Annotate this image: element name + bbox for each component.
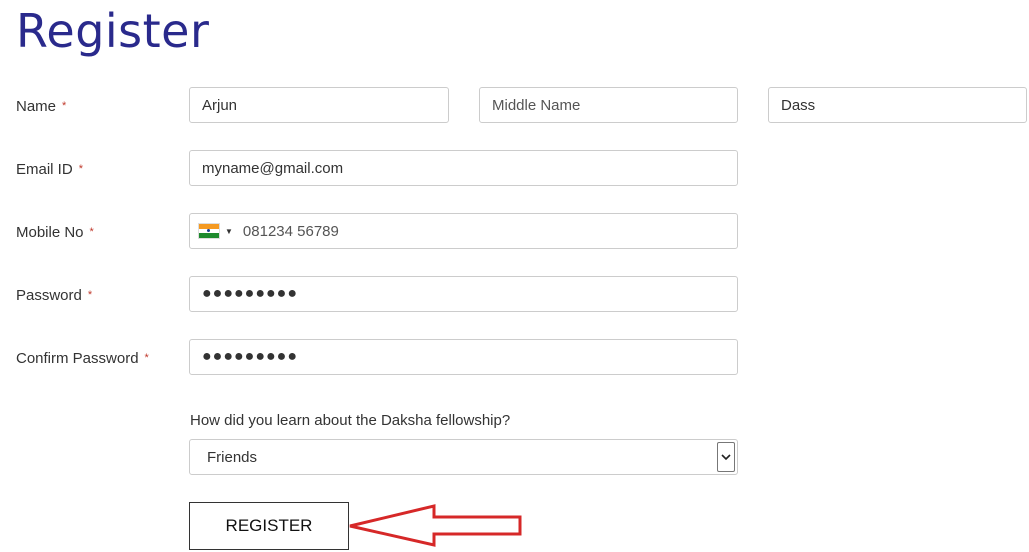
country-code-dropdown[interactable]: ▼ (198, 223, 233, 239)
source-selected-value: Friends (207, 448, 258, 466)
mobile-label: Mobile No * (16, 224, 94, 241)
mobile-input[interactable]: ▼ 081234 56789 (189, 213, 738, 249)
password-label: Password * (16, 287, 93, 304)
required-marker: * (78, 163, 83, 175)
confirm-password-input[interactable]: ●●●●●●●●● (189, 339, 738, 375)
source-question-label: How did you learn about the Daksha fello… (190, 412, 511, 429)
password-input[interactable]: ●●●●●●●●● (189, 276, 738, 312)
mobile-number-value: 081234 56789 (242, 222, 339, 240)
middle-name-input[interactable]: Middle Name (479, 87, 738, 123)
page-title: Register (16, 4, 210, 58)
annotation-arrow-icon (349, 504, 522, 547)
required-marker: * (89, 226, 94, 238)
confirm-password-label: Confirm Password * (16, 350, 149, 367)
required-marker: * (87, 289, 93, 301)
email-label: Email ID * (16, 161, 83, 178)
email-input[interactable]: myname@gmail.com (189, 150, 738, 186)
register-button[interactable]: REGISTER (189, 502, 349, 550)
required-marker: * (144, 352, 149, 364)
chevron-down-icon[interactable] (717, 442, 735, 472)
first-name-input[interactable]: Arjun (189, 87, 449, 123)
required-marker: * (62, 100, 67, 112)
caret-down-icon: ▼ (225, 226, 233, 236)
india-flag-icon (198, 223, 220, 239)
last-name-input[interactable]: Dass (768, 87, 1027, 123)
name-label: Name * (16, 98, 67, 115)
source-select[interactable]: Friends (189, 439, 738, 475)
